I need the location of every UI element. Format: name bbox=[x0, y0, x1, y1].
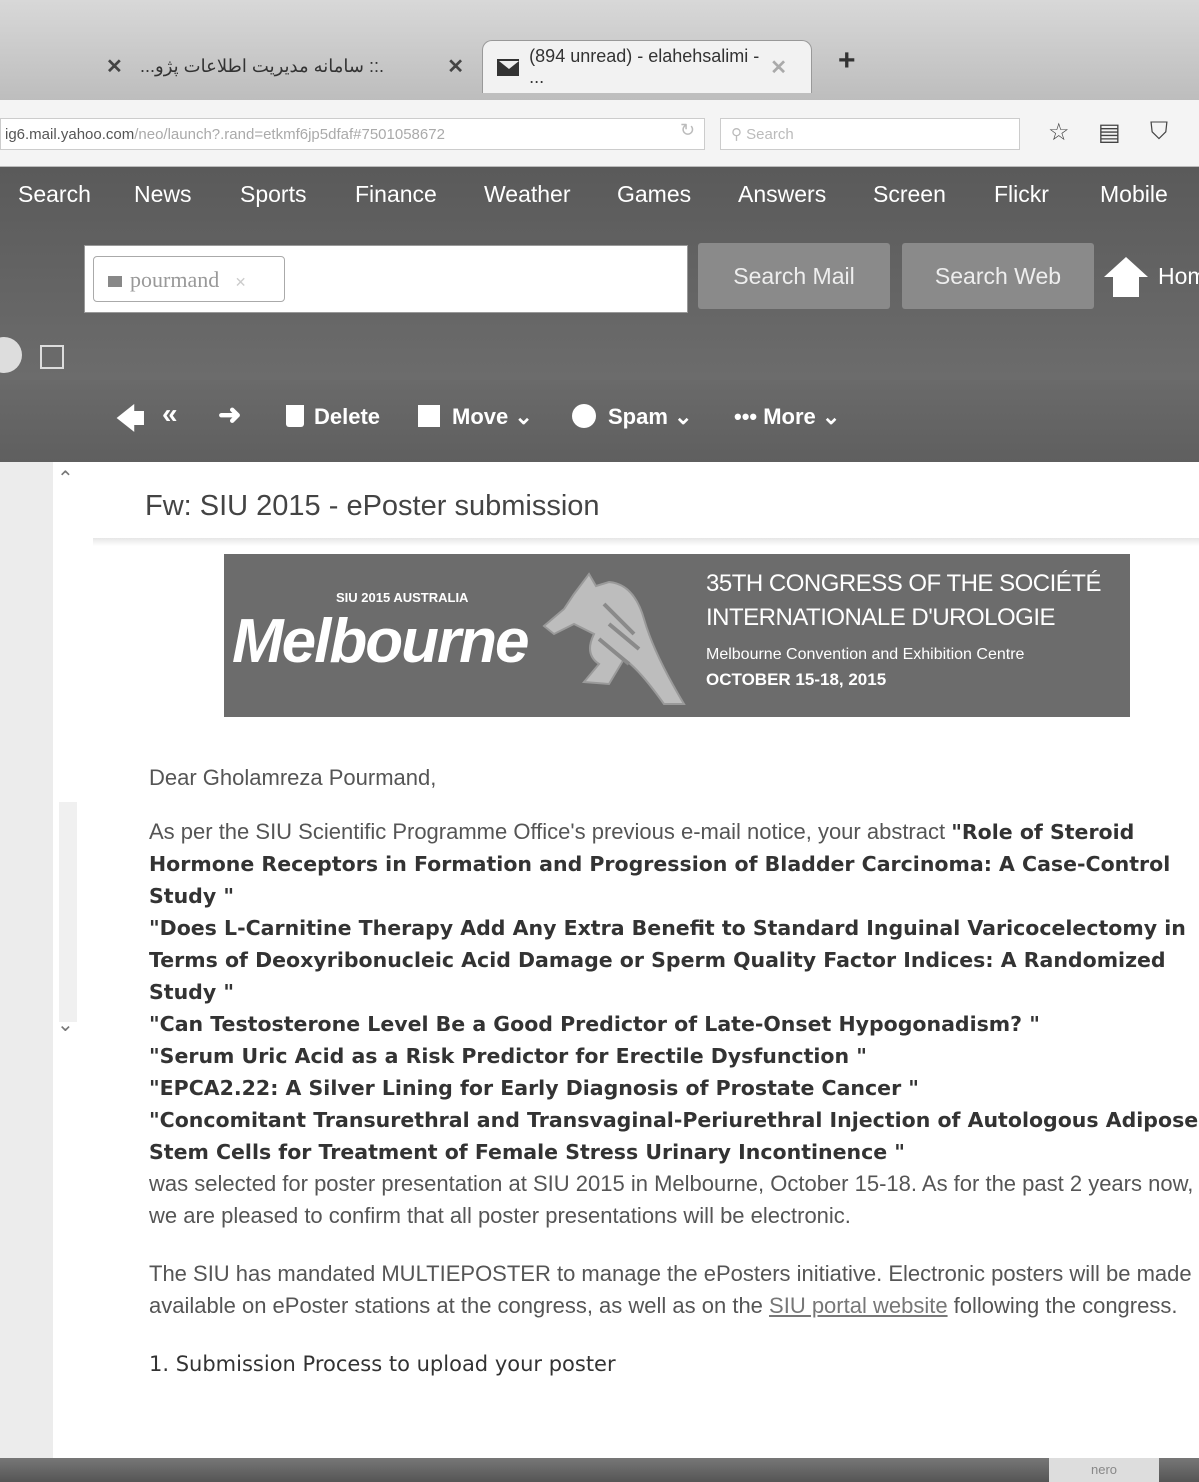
new-tab-button[interactable]: + bbox=[838, 44, 856, 78]
abstract-title: "Can Testosterone Level Be a Good Predic… bbox=[149, 1012, 1040, 1036]
nav-search[interactable]: Search bbox=[18, 181, 91, 208]
intro-text: As per the SIU Scientific Programme Offi… bbox=[149, 819, 952, 844]
scrollbar[interactable] bbox=[59, 802, 77, 1022]
delete-button[interactable]: Delete bbox=[286, 404, 380, 430]
reload-icon[interactable]: ↻ bbox=[680, 120, 695, 141]
tab-yahoo-mail[interactable]: (894 unread) - elahehsalimi - ... ✕ bbox=[482, 40, 812, 93]
trash-icon bbox=[286, 405, 304, 427]
yahoo-header: Search News Sports Finance Weather Games… bbox=[0, 167, 1199, 380]
url-host: ig6.mail.yahoo.com bbox=[5, 126, 135, 143]
nero-badge: nero bbox=[1049, 1458, 1159, 1482]
abstract-paragraph: As per the SIU Scientific Programme Offi… bbox=[149, 816, 1199, 1232]
home-link[interactable]: Hom bbox=[1158, 263, 1199, 290]
folder-icon bbox=[108, 276, 122, 287]
congress-banner: SIU 2015 AUSTRALIA Melbourne 35TH CONGRE… bbox=[224, 554, 1130, 717]
reply-all-icon[interactable]: « bbox=[162, 398, 178, 430]
kangaroo-logo bbox=[542, 572, 686, 705]
tab-label: ...سامانه مدیریت اطلاعات پژو ::. bbox=[140, 55, 384, 76]
close-tab-icon[interactable]: ✕ bbox=[770, 55, 787, 80]
more-label: More ⌄ bbox=[763, 404, 841, 429]
spam-label: Spam ⌄ bbox=[608, 404, 693, 429]
nav-sports[interactable]: Sports bbox=[240, 181, 306, 208]
home-icon-base bbox=[1113, 277, 1139, 297]
selection-text: was selected for poster presentation at … bbox=[149, 1171, 1194, 1228]
close-chip-icon[interactable]: ✕ bbox=[235, 276, 247, 291]
mail-search-input[interactable]: pourmand ✕ bbox=[84, 245, 688, 313]
mail-envelope-icon bbox=[497, 58, 520, 76]
collapse-sidebar-icon[interactable] bbox=[0, 337, 22, 373]
siu-portal-link[interactable]: SIU portal website bbox=[769, 1293, 948, 1318]
browser-tab-strip: ✕ ...سامانه مدیریت اطلاعات پژو ::. ✕ (89… bbox=[0, 0, 1199, 100]
move-icon bbox=[418, 405, 440, 427]
close-tab-icon[interactable]: ✕ bbox=[106, 54, 123, 79]
tab-persian-portal[interactable]: ...سامانه مدیریت اطلاعات پژو ::. ✕ bbox=[134, 40, 474, 92]
scroll-up-icon[interactable]: ⌃ bbox=[57, 466, 74, 491]
move-button[interactable]: Move ⌄ bbox=[418, 404, 533, 430]
move-label: Move ⌄ bbox=[452, 404, 533, 429]
nav-screen[interactable]: Screen bbox=[873, 181, 946, 208]
banner-venue: Melbourne Convention and Exhibition Cent… bbox=[706, 646, 1025, 663]
nav-mobile[interactable]: Mobile bbox=[1100, 181, 1168, 208]
abstract-title: "Serum Uric Acid as a Risk Predictor for… bbox=[149, 1044, 867, 1068]
browser-search-input[interactable]: ⚲ Search bbox=[720, 118, 1020, 150]
spam-icon bbox=[572, 404, 596, 428]
taskbar: nero bbox=[0, 1458, 1199, 1482]
abstract-title: "Concomitant Transurethral and Transvagi… bbox=[149, 1108, 1199, 1164]
message-pane: ⌃ ⌄ Fw: SIU 2015 - ePoster submission SI… bbox=[53, 462, 1199, 1458]
clipboard-icon[interactable]: ▤ bbox=[1098, 118, 1121, 147]
forward-icon[interactable]: ➜ bbox=[218, 398, 241, 431]
reply-icon[interactable]: 🡄 bbox=[116, 398, 145, 446]
greeting: Dear Gholamreza Pourmand, bbox=[149, 765, 437, 790]
nav-news[interactable]: News bbox=[134, 181, 192, 208]
search-chip-label: pourmand bbox=[130, 267, 220, 292]
magnifier-icon: ⚲ bbox=[731, 126, 747, 143]
star-icon[interactable]: ☆ bbox=[1048, 118, 1070, 147]
message-subject: Fw: SIU 2015 - ePoster submission bbox=[145, 490, 600, 522]
nav-weather[interactable]: Weather bbox=[484, 181, 571, 208]
message-toolbar: 🡄 « ➜ Delete Move ⌄ Spam ⌄ ••• More ⌄ bbox=[0, 380, 1199, 462]
banner-dates: OCTOBER 15-18, 2015 bbox=[706, 670, 887, 689]
mandate-text-end: following the congress. bbox=[947, 1293, 1178, 1318]
divider bbox=[93, 538, 1199, 546]
home-icon[interactable] bbox=[1104, 257, 1148, 277]
scroll-down-icon[interactable]: ⌄ bbox=[57, 1012, 74, 1037]
url-path: /neo/launch?.rand=etkmf6jp5dfaf#75010586… bbox=[134, 126, 445, 143]
section-heading: 1. Submission Process to upload your pos… bbox=[149, 1352, 616, 1376]
tab-1[interactable]: ✕ bbox=[96, 40, 133, 92]
nav-flickr[interactable]: Flickr bbox=[994, 181, 1049, 208]
abstract-title: "Does L-Carnitine Therapy Add Any Extra … bbox=[149, 916, 1186, 1004]
abstract-title: "EPCA2.22: A Silver Lining for Early Dia… bbox=[149, 1076, 919, 1100]
url-bar[interactable]: ig6.mail.yahoo.com/neo/launch?.rand=etkm… bbox=[0, 118, 705, 150]
mandate-paragraph: The SIU has mandated MULTIEPOSTER to man… bbox=[149, 1258, 1199, 1322]
close-tab-icon[interactable]: ✕ bbox=[447, 54, 464, 79]
browser-nav-bar: ig6.mail.yahoo.com/neo/launch?.rand=etkm… bbox=[0, 100, 1199, 167]
more-dots-icon: ••• bbox=[734, 404, 764, 429]
search-placeholder: Search bbox=[746, 126, 794, 143]
delete-label: Delete bbox=[314, 404, 381, 429]
tab-label: (894 unread) - elahehsalimi - ... bbox=[529, 46, 760, 87]
spam-button[interactable]: Spam ⌄ bbox=[572, 404, 692, 430]
reading-pane-icon[interactable] bbox=[40, 345, 64, 369]
more-button[interactable]: ••• More ⌄ bbox=[734, 404, 840, 430]
message-body: Dear Gholamreza Pourmand, As per the SIU… bbox=[149, 762, 1199, 1380]
search-web-button[interactable]: Search Web bbox=[902, 243, 1094, 309]
banner-city: Melbourne bbox=[232, 607, 529, 676]
banner-tag: SIU 2015 AUSTRALIA bbox=[336, 590, 469, 605]
nav-finance[interactable]: Finance bbox=[355, 181, 437, 208]
nav-answers[interactable]: Answers bbox=[738, 181, 826, 208]
nav-games[interactable]: Games bbox=[617, 181, 691, 208]
search-mail-button[interactable]: Search Mail bbox=[698, 243, 890, 309]
banner-congress: 35TH CONGRESS OF THE SOCIÉTÉ bbox=[706, 570, 1101, 597]
banner-society: INTERNATIONALE D'UROLOGIE bbox=[706, 604, 1056, 631]
pocket-icon[interactable]: ⛉ bbox=[1150, 118, 1168, 146]
search-filter-chip[interactable]: pourmand ✕ bbox=[93, 256, 285, 302]
